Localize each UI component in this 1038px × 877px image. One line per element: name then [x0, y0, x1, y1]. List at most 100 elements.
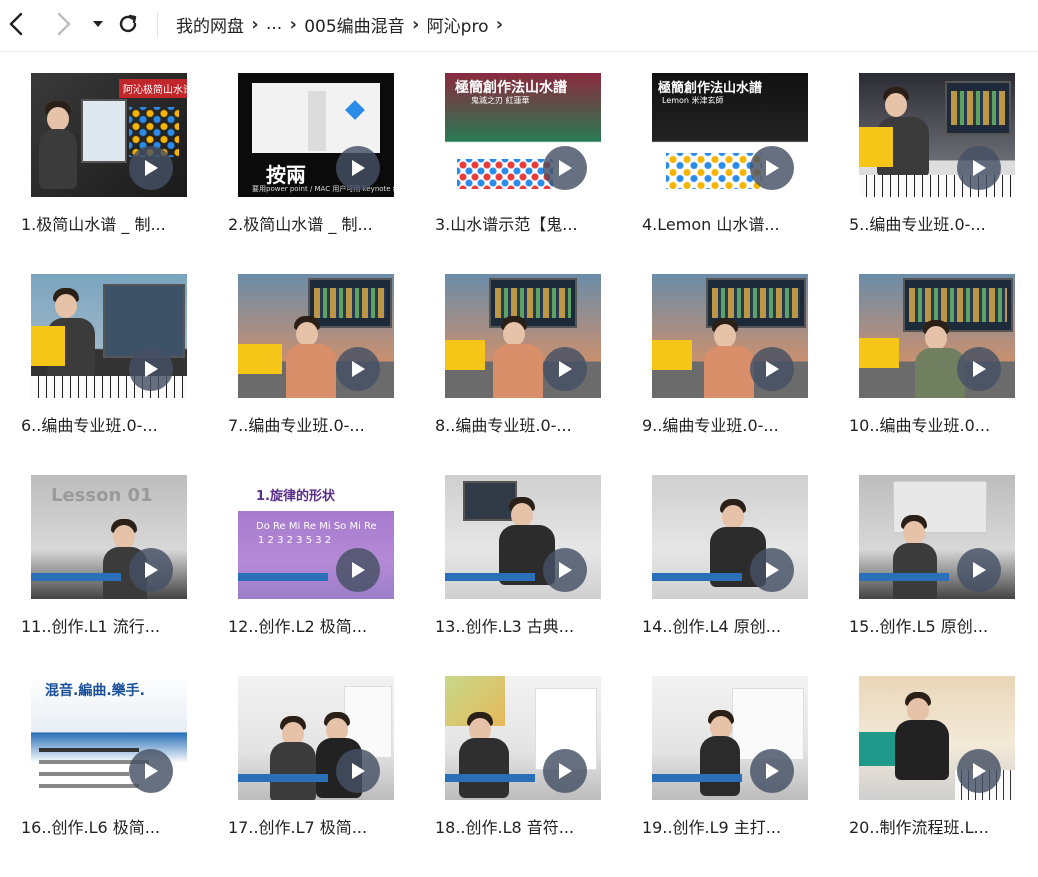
video-thumbnail — [31, 274, 187, 398]
video-thumbnail: 1.旋律的形状 Do Re Mi Re Mi So Mi Re 1 2 3 2 … — [238, 475, 394, 599]
thumb-subtitle: 鬼滅之刃 紅蓮華 — [471, 96, 530, 105]
back-button[interactable] — [4, 12, 28, 36]
video-title: 10..编曲专业班.0... — [849, 416, 991, 435]
video-title: 7..编曲专业班.0-... — [228, 416, 365, 435]
video-thumbnail — [652, 475, 808, 599]
video-item[interactable]: 混音.編曲.樂手. 16..创作.L6 极简... — [20, 676, 198, 877]
video-thumbnail: 混音.編曲.樂手. — [31, 676, 187, 800]
file-grid: 阿沁极简山水谱 1.极简山水谱 _ 制... 按兩 要用power point … — [20, 73, 1038, 877]
toolbar: 我的网盘 › ... › 005编曲混音 › 阿沁pro › — [0, 0, 1038, 52]
play-icon — [129, 548, 173, 592]
breadcrumb-chevron-icon: › — [251, 13, 259, 35]
video-item[interactable]: 8..编曲专业班.0-... — [434, 274, 612, 475]
play-icon — [543, 146, 587, 190]
video-title: 11..创作.L1 流行... — [21, 617, 161, 636]
play-icon — [543, 548, 587, 592]
refresh-button[interactable] — [116, 12, 140, 36]
video-thumbnail — [859, 73, 1015, 197]
video-item[interactable]: 極簡創作法山水譜 Lemon 米津玄師 4.Lemon 山水谱... — [641, 73, 819, 274]
play-icon — [336, 749, 380, 793]
play-icon — [336, 146, 380, 190]
video-item[interactable]: 阿沁极简山水谱 1.极简山水谱 _ 制... — [20, 73, 198, 274]
video-title: 9..编曲专业班.0-... — [642, 416, 779, 435]
video-item[interactable]: 17..创作.L7 极简... — [227, 676, 405, 877]
video-item[interactable]: 按兩 要用power point / MAC 用户可用 keynote 编 2.… — [227, 73, 405, 274]
forward-button[interactable] — [52, 12, 76, 36]
play-icon — [336, 347, 380, 391]
thumb-caption: Lesson 01 — [51, 485, 153, 506]
video-item[interactable]: 7..编曲专业班.0-... — [227, 274, 405, 475]
video-thumbnail — [238, 676, 394, 800]
video-thumbnail — [445, 676, 601, 800]
breadcrumb-chevron-icon: › — [289, 13, 297, 35]
video-thumbnail: 極簡創作法山水譜 鬼滅之刃 紅蓮華 — [445, 73, 601, 197]
thumb-subtitle: Do Re Mi Re Mi So Mi Re — [256, 521, 377, 532]
video-title: 6..编曲专业班.0-... — [21, 416, 158, 435]
video-title: 12..创作.L2 极简... — [228, 617, 368, 636]
video-item[interactable]: 極簡創作法山水譜 鬼滅之刃 紅蓮華 3.山水谱示范【鬼... — [434, 73, 612, 274]
video-item[interactable]: 5..编曲专业班.0-... — [848, 73, 1026, 274]
video-item[interactable]: 9..编曲专业班.0-... — [641, 274, 819, 475]
video-item[interactable]: Lesson 01 11..创作.L1 流行... — [20, 475, 198, 676]
video-title: 5..编曲专业班.0-... — [849, 215, 986, 234]
video-item[interactable]: 6..编曲专业班.0-... — [20, 274, 198, 475]
play-icon — [543, 347, 587, 391]
play-icon — [129, 347, 173, 391]
chevron-left-icon — [9, 12, 23, 36]
thumb-subtitle: 要用power point / MAC 用户可用 keynote 编 — [252, 185, 394, 193]
breadcrumb-item-ellipsis[interactable]: ... — [266, 14, 282, 34]
video-thumbnail: Lesson 01 — [31, 475, 187, 599]
video-thumbnail — [652, 676, 808, 800]
video-item[interactable]: 10..编曲专业班.0... — [848, 274, 1026, 475]
breadcrumb-chevron-icon[interactable]: › — [488, 14, 510, 35]
play-icon — [750, 146, 794, 190]
video-title: 16..创作.L6 极简... — [21, 818, 161, 837]
video-title: 8..编曲专业班.0-... — [435, 416, 572, 435]
video-item[interactable]: 19..创作.L9 主打... — [641, 676, 819, 877]
video-item[interactable]: 15..创作.L5 原创... — [848, 475, 1026, 676]
breadcrumb: 我的网盘 › ... › 005编曲混音 › 阿沁pro › — [176, 10, 510, 38]
video-title: 19..创作.L9 主打... — [642, 818, 782, 837]
thumb-caption: 極簡創作法山水譜 — [658, 81, 763, 96]
video-title: 17..创作.L7 极简... — [228, 818, 368, 837]
video-title: 20..制作流程班.L... — [849, 818, 989, 837]
thumb-numbers: 1 2 3 2 3 5 3 2 — [258, 535, 332, 546]
video-item[interactable]: 13..创作.L3 古典... — [434, 475, 612, 676]
video-item[interactable]: 1.旋律的形状 Do Re Mi Re Mi So Mi Re 1 2 3 2 … — [227, 475, 405, 676]
play-icon — [750, 548, 794, 592]
toolbar-divider — [157, 12, 158, 38]
chevron-right-icon — [57, 12, 71, 36]
breadcrumb-item-folder-005[interactable]: 005编曲混音 — [304, 12, 404, 37]
video-title: 18..创作.L8 音符... — [435, 818, 575, 837]
breadcrumb-item-my-drive[interactable]: 我的网盘 — [176, 12, 244, 37]
play-icon — [336, 548, 380, 592]
video-title: 1.极简山水谱 _ 制... — [21, 215, 166, 234]
video-title: 13..创作.L3 古典... — [435, 617, 575, 636]
video-item[interactable]: 14..创作.L4 原创... — [641, 475, 819, 676]
thumb-caption: 混音.編曲.樂手. — [45, 683, 145, 699]
thumb-caption: 阿沁极简山水谱 — [119, 79, 187, 98]
play-icon — [957, 548, 1001, 592]
breadcrumb-item-current[interactable]: 阿沁pro — [427, 12, 489, 37]
video-title: 14..创作.L4 原创... — [642, 617, 782, 636]
video-thumbnail: 極簡創作法山水譜 Lemon 米津玄師 — [652, 73, 808, 197]
play-icon — [129, 749, 173, 793]
play-icon — [543, 749, 587, 793]
video-title: 2.极简山水谱 _ 制... — [228, 215, 373, 234]
play-icon — [957, 749, 1001, 793]
play-icon — [129, 146, 173, 190]
thumb-caption: 1.旋律的形状 — [256, 489, 335, 504]
play-icon — [957, 146, 1001, 190]
video-thumbnail: 按兩 要用power point / MAC 用户可用 keynote 编 — [238, 73, 394, 197]
video-item[interactable]: 20..制作流程班.L... — [848, 676, 1026, 877]
video-item[interactable]: 18..创作.L8 音符... — [434, 676, 612, 877]
play-icon — [750, 347, 794, 391]
video-thumbnail — [652, 274, 808, 398]
video-thumbnail — [859, 676, 1015, 800]
video-title: 4.Lemon 山水谱... — [642, 215, 780, 234]
video-thumbnail — [445, 274, 601, 398]
history-dropdown-button[interactable] — [86, 12, 110, 36]
video-title: 3.山水谱示范【鬼... — [435, 215, 578, 234]
breadcrumb-chevron-icon: › — [411, 13, 420, 35]
video-thumbnail — [859, 274, 1015, 398]
